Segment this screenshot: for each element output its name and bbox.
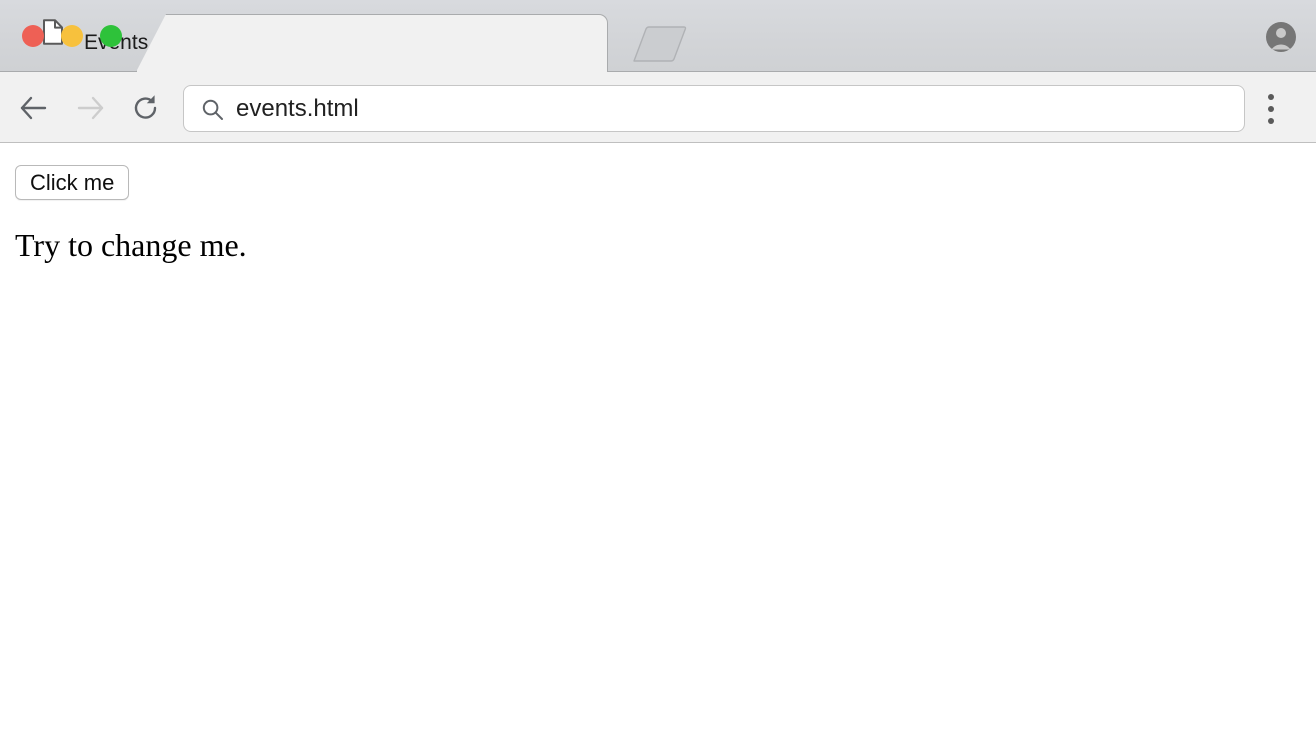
reload-button[interactable] bbox=[124, 88, 168, 132]
browser-window: Events bbox=[0, 0, 1316, 742]
tab-events-content bbox=[136, 14, 608, 72]
arrow-right-icon bbox=[73, 91, 107, 130]
window-zoom-button[interactable] bbox=[100, 25, 122, 47]
menu-dot bbox=[1268, 106, 1274, 112]
forward-button[interactable] bbox=[68, 88, 112, 132]
page-viewport: Click me Try to change me. bbox=[0, 144, 1316, 742]
new-tab-button[interactable] bbox=[620, 25, 690, 63]
tab-strip: Events bbox=[0, 0, 1316, 72]
window-close-button[interactable] bbox=[22, 25, 44, 47]
arrow-left-icon bbox=[17, 91, 51, 130]
click-me-button[interactable]: Click me bbox=[15, 165, 130, 200]
more-vertical-icon[interactable] bbox=[1265, 94, 1277, 124]
address-bar-value[interactable]: events.html bbox=[236, 86, 359, 131]
reload-icon bbox=[130, 92, 162, 129]
account-circle-icon[interactable] bbox=[1264, 20, 1298, 54]
menu-dot bbox=[1268, 118, 1274, 124]
window-minimize-button[interactable] bbox=[61, 25, 83, 47]
change-me-paragraph: Try to change me. bbox=[15, 227, 247, 263]
window-controls bbox=[22, 25, 122, 47]
back-button[interactable] bbox=[12, 88, 56, 132]
search-icon bbox=[201, 98, 224, 121]
address-bar[interactable]: events.html bbox=[183, 85, 1245, 132]
menu-dot bbox=[1268, 94, 1274, 100]
